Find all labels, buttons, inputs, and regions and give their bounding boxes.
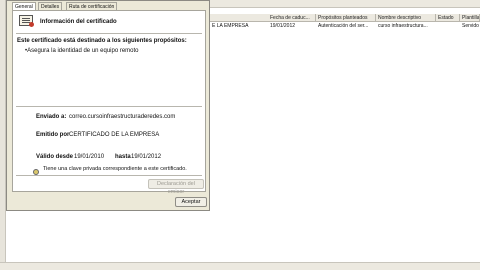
column-status[interactable]: Estado <box>436 14 460 22</box>
purpose-item: •Asegura la identidad de un equipo remot… <box>25 48 139 54</box>
private-key-text: Tiene una clave privada correspondiente … <box>43 166 187 172</box>
column-expiry[interactable]: Fecha de caduc... <box>268 14 316 22</box>
valid-from-value: 19/01/2010 <box>74 154 105 160</box>
issued-by-label: Emitido por <box>36 132 70 138</box>
cell-expiry: 19/01/2012 <box>270 23 296 29</box>
cell-friendly-name: curso infraestructura... <box>378 23 428 29</box>
general-panel: Información del certificado Este certifi… <box>12 10 206 195</box>
tab-details[interactable]: Detalles <box>38 2 63 10</box>
tab-certification-path[interactable]: Ruta de certificación <box>66 2 118 10</box>
issued-to-value: correo.cursoinfraestructuraderedes.com <box>69 114 176 120</box>
valid-from-label: Válido desde <box>36 154 74 160</box>
table-row[interactable]: E LA EMPRESA 19/01/2012 Autenticación de… <box>210 22 480 30</box>
status-bar <box>0 262 480 270</box>
certificate-icon <box>19 15 34 27</box>
issuer-statement-button[interactable]: Declaración del emisor <box>148 179 204 195</box>
valid-to-value: 19/01/2012 <box>131 154 162 160</box>
divider <box>16 175 202 176</box>
issued-to-label: Enviado a: <box>36 114 67 120</box>
divider <box>16 106 202 107</box>
cell-purposes: Autenticación del ser... <box>318 23 369 29</box>
list-header: Fecha de caduc... Propósitos planteados … <box>210 14 480 22</box>
column-friendly-name[interactable]: Nombre descriptivo <box>376 14 436 22</box>
info-title: Información del certificado <box>40 19 117 25</box>
cell-issuer: E LA EMPRESA <box>212 23 249 29</box>
certificate-dialog: General Detalles Ruta de certificación I… <box>6 0 210 211</box>
issued-by-value: CERTIFICADO DE LA EMPRESA <box>69 132 160 138</box>
column-purposes[interactable]: Propósitos planteados <box>316 14 376 22</box>
cell-status <box>436 22 460 30</box>
divider <box>16 33 202 34</box>
column-template[interactable]: Plantilla <box>460 14 480 22</box>
screen: Fecha de caduc... Propósitos planteados … <box>0 0 480 270</box>
purposes-heading: Este certificado está destinado a los si… <box>17 38 187 44</box>
valid-to-label: hasta <box>115 154 131 160</box>
accept-button[interactable]: Aceptar <box>175 197 207 207</box>
tab-general[interactable]: General <box>12 2 36 10</box>
cell-template: Servido <box>462 23 479 29</box>
